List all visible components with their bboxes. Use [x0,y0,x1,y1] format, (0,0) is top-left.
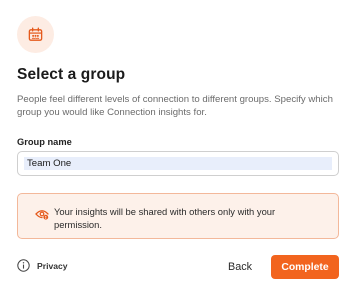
privacy-notice: Your insights will be shared with others… [17,193,339,239]
group-name-input[interactable] [24,157,332,170]
group-name-field[interactable] [17,151,339,176]
dialog-subtitle: People feel different levels of connecti… [17,94,333,118]
back-button[interactable]: Back [228,257,252,277]
group-calendar-icon [17,16,54,53]
privacy-link[interactable]: Privacy [17,259,68,272]
info-circle-icon [17,259,30,272]
complete-button[interactable]: Complete [271,255,339,279]
group-name-label: Group name [17,137,72,147]
eye-privacy-icon [35,207,49,225]
dialog-title: Select a group [17,66,126,83]
notice-text: Your insights will be shared with others… [54,206,276,230]
privacy-label[interactable]: Privacy [37,261,68,271]
